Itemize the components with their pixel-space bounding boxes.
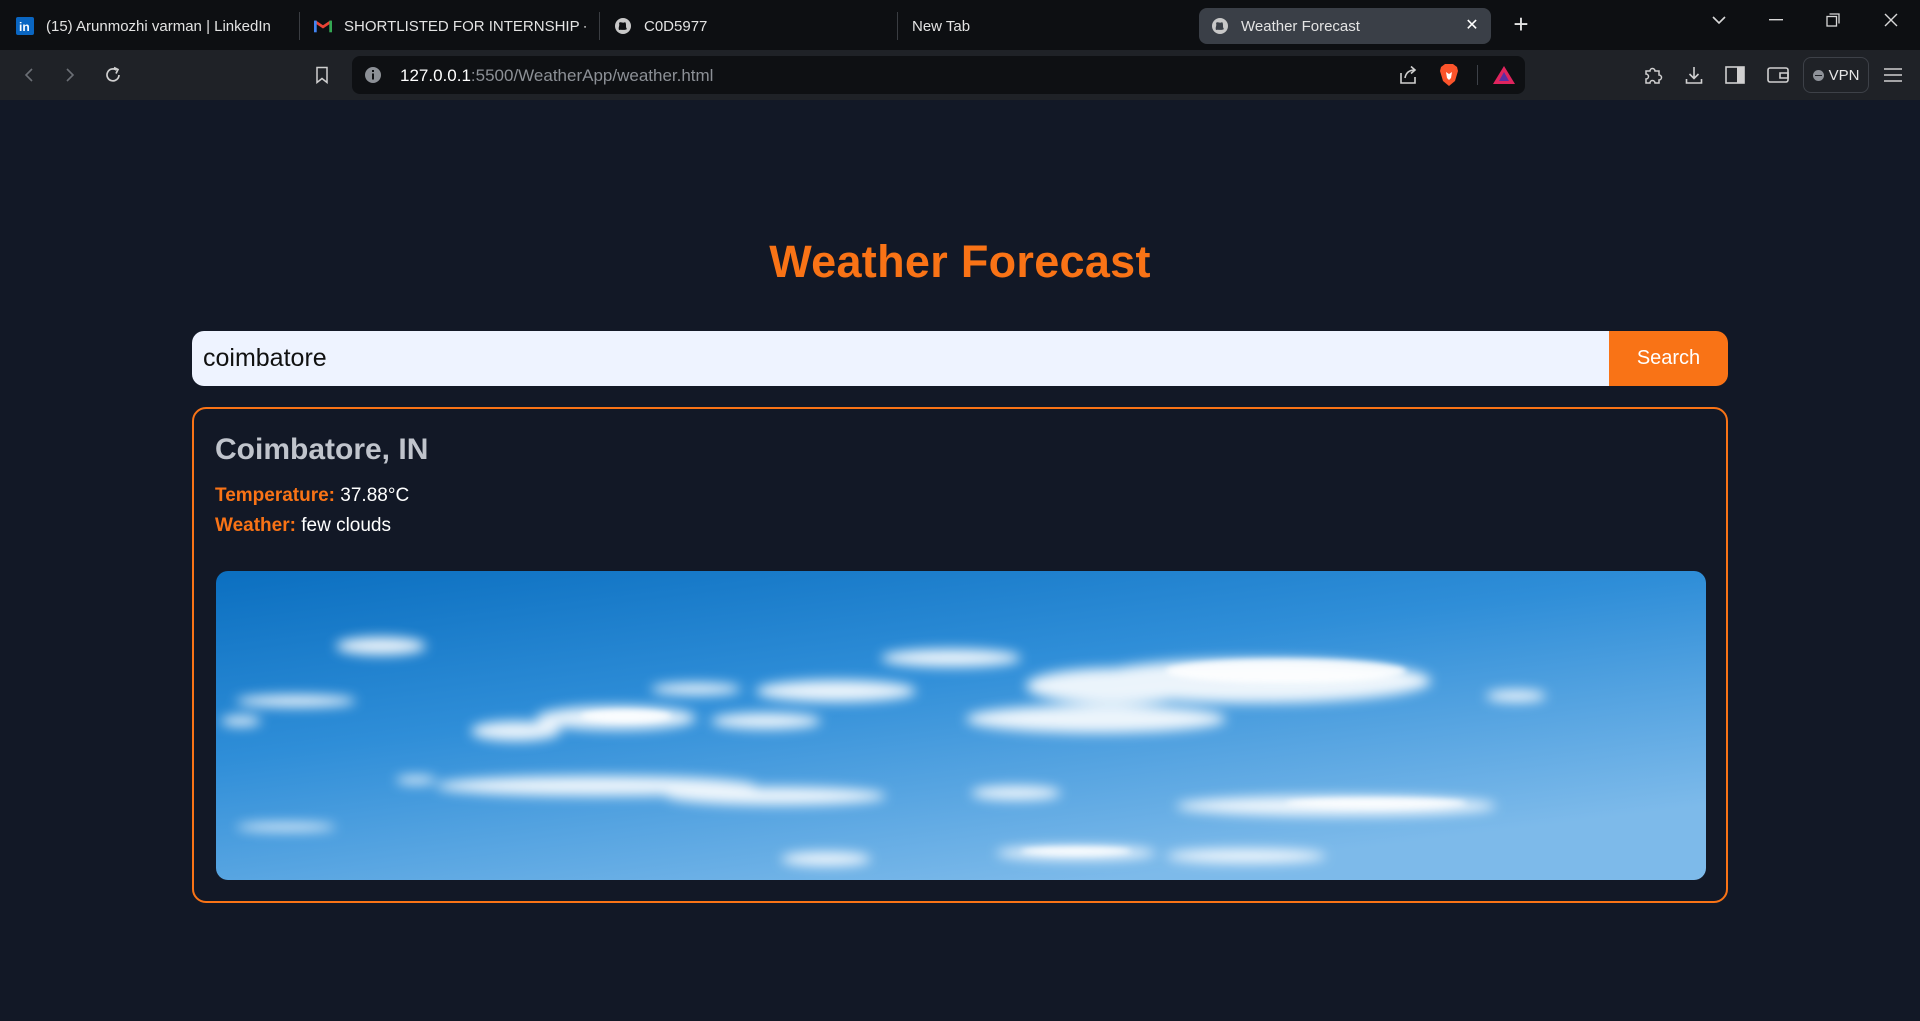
search-bar: Search bbox=[192, 331, 1728, 386]
browser-toolbar: 127.0.0.1:5500/WeatherApp/weather.html V… bbox=[0, 50, 1920, 100]
tab-separator bbox=[897, 12, 898, 40]
new-tab-button[interactable]: + bbox=[1506, 10, 1536, 40]
tab-title: Weather Forecast bbox=[1241, 17, 1360, 35]
brave-shields-icon[interactable] bbox=[1437, 63, 1461, 87]
globe-icon bbox=[1211, 17, 1229, 35]
tab-title: C0D5977 bbox=[644, 17, 708, 35]
sidebar-toggle-icon[interactable] bbox=[1723, 63, 1747, 87]
tab-title: SHORTLISTED FOR INTERNSHIP - am bbox=[344, 17, 586, 35]
search-button[interactable]: Search bbox=[1609, 331, 1728, 386]
url-text: 127.0.0.1:5500/WeatherApp/weather.html bbox=[400, 66, 713, 86]
vpn-status-icon bbox=[1812, 69, 1824, 81]
weather-row: Weather: few clouds bbox=[215, 515, 391, 537]
tab-title: (15) Arunmozhi varman | LinkedIn bbox=[46, 17, 271, 35]
tab-c0d5977[interactable]: C0D5977 bbox=[614, 8, 884, 44]
weather-result-card: Coimbatore, IN Temperature: 37.88°C Weat… bbox=[192, 407, 1728, 903]
tab-search-chevron-icon[interactable] bbox=[1699, 4, 1739, 36]
address-bar[interactable]: 127.0.0.1:5500/WeatherApp/weather.html bbox=[352, 56, 1525, 94]
close-tab-icon[interactable]: ✕ bbox=[1463, 17, 1481, 35]
forward-arrow-icon[interactable] bbox=[56, 61, 84, 89]
weather-condition-image bbox=[216, 571, 1706, 880]
extensions-puzzle-icon[interactable] bbox=[1641, 63, 1665, 87]
temperature-value: 37.88°C bbox=[340, 485, 410, 506]
vpn-button[interactable]: VPN bbox=[1803, 57, 1869, 93]
city-name: Coimbatore, IN bbox=[215, 433, 429, 466]
wallet-icon[interactable] bbox=[1766, 63, 1790, 87]
tab-title: New Tab bbox=[912, 17, 971, 35]
weather-page: Weather Forecast Search Coimbatore, IN T… bbox=[0, 100, 1920, 1021]
gmail-icon bbox=[314, 17, 332, 35]
weather-value: few clouds bbox=[301, 515, 392, 536]
page-title: Weather Forecast bbox=[769, 236, 1151, 287]
tab-linkedin[interactable]: in (15) Arunmozhi varman | LinkedIn bbox=[16, 8, 294, 44]
weather-label: Weather: bbox=[215, 515, 296, 536]
linkedin-icon: in bbox=[16, 17, 34, 35]
brave-rewards-icon[interactable] bbox=[1492, 63, 1516, 87]
globe-icon bbox=[614, 17, 632, 35]
city-search-input[interactable] bbox=[192, 331, 1609, 386]
tab-new-tab[interactable]: New Tab bbox=[912, 8, 1182, 44]
url-host: 127.0.0.1 bbox=[400, 66, 471, 85]
back-arrow-icon[interactable] bbox=[15, 61, 43, 89]
vpn-label: VPN bbox=[1828, 66, 1860, 84]
tab-weather-forecast[interactable]: Weather Forecast ✕ bbox=[1199, 8, 1491, 44]
url-path: :5500/WeatherApp/weather.html bbox=[470, 66, 714, 85]
tab-separator bbox=[599, 12, 600, 40]
tab-gmail[interactable]: SHORTLISTED FOR INTERNSHIP - am bbox=[314, 8, 586, 44]
bookmark-icon[interactable] bbox=[308, 61, 336, 89]
download-icon[interactable] bbox=[1682, 63, 1706, 87]
restore-icon[interactable] bbox=[1813, 4, 1853, 36]
reload-icon[interactable] bbox=[99, 61, 127, 89]
close-window-icon[interactable] bbox=[1871, 4, 1911, 36]
site-info-icon[interactable] bbox=[364, 66, 382, 84]
menu-hamburger-icon[interactable] bbox=[1881, 63, 1905, 87]
temperature-row: Temperature: 37.88°C bbox=[215, 485, 409, 507]
tab-separator bbox=[299, 12, 300, 40]
minimize-icon[interactable] bbox=[1756, 4, 1796, 36]
temperature-label: Temperature: bbox=[215, 485, 336, 506]
url-separator bbox=[1477, 65, 1478, 85]
browser-tab-strip: in (15) Arunmozhi varman | LinkedIn SHOR… bbox=[0, 0, 1920, 50]
svg-text:in: in bbox=[19, 20, 30, 34]
share-icon[interactable] bbox=[1396, 63, 1420, 87]
